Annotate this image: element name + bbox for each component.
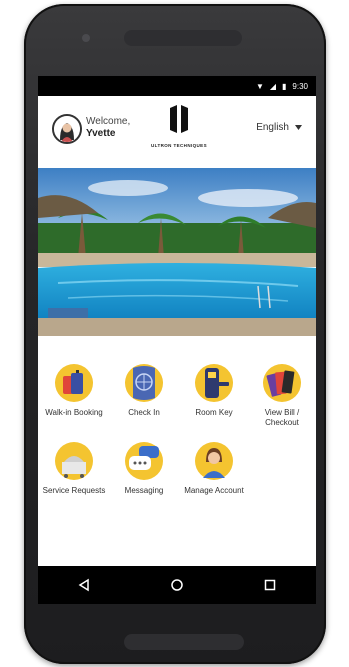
service-messaging[interactable]: Messaging xyxy=(112,442,176,496)
credit-card-icon xyxy=(263,364,301,402)
passport-icon xyxy=(125,364,163,402)
door-lock-icon xyxy=(195,364,233,402)
welcome-text: Welcome, Yvette xyxy=(86,116,130,140)
service-label: Walk-in Booking xyxy=(45,408,103,417)
status-time: 9:30 xyxy=(292,81,308,91)
luggage-icon xyxy=(55,364,93,402)
home-circle-icon xyxy=(171,579,183,591)
user-profile-icon xyxy=(195,442,233,480)
brand-name: ULTRON TECHNIQUES xyxy=(151,143,207,148)
service-label: Manage Account xyxy=(184,486,244,495)
service-label: Check In xyxy=(128,408,160,417)
status-bar: ▼ ◢ ▮ 9:30 xyxy=(38,76,316,96)
service-room-key[interactable]: Room Key xyxy=(182,364,246,418)
brand-mark-icon xyxy=(170,105,188,133)
service-walk-in-booking[interactable]: Walk-in Booking xyxy=(42,364,106,418)
service-view-bill-checkout[interactable]: View Bill / Checkout xyxy=(250,364,314,428)
recents-button[interactable] xyxy=(258,573,282,597)
avatar[interactable] xyxy=(52,114,82,144)
service-requests[interactable]: Service Requests xyxy=(42,442,106,496)
chat-bubbles-icon xyxy=(125,442,163,480)
service-label: View Bill / Checkout xyxy=(264,408,300,427)
signal-icon: ◢ xyxy=(269,81,277,91)
room-service-cart-icon xyxy=(55,442,93,480)
back-button[interactable] xyxy=(72,573,96,597)
battery-icon: ▮ xyxy=(282,81,287,91)
app-screen: ▼ ◢ ▮ 9:30 Welcome, Yvette ULTRON TECHNI… xyxy=(38,76,316,604)
front-camera xyxy=(82,34,90,42)
home-button[interactable] xyxy=(165,573,189,597)
welcome-label: Welcome, xyxy=(86,116,131,127)
language-value: English xyxy=(256,122,289,133)
user-name: Yvette xyxy=(86,128,116,139)
hotel-pool-banner xyxy=(38,168,316,336)
language-selector[interactable]: English xyxy=(256,122,302,133)
service-label: Service Requests xyxy=(42,486,106,495)
earpiece-speaker xyxy=(124,30,242,46)
chevron-down-icon xyxy=(295,122,302,133)
service-check-in[interactable]: Check In xyxy=(112,364,176,418)
app-header: Welcome, Yvette ULTRON TECHNIQUES Englis… xyxy=(38,96,316,168)
service-manage-account[interactable]: Manage Account xyxy=(182,442,246,496)
service-label: Room Key xyxy=(195,408,233,417)
service-label: Messaging xyxy=(124,486,164,495)
bottom-speaker xyxy=(124,634,244,650)
brand-logo: ULTRON TECHNIQUES xyxy=(144,104,214,154)
wifi-icon: ▼ xyxy=(255,81,264,91)
recents-square-icon xyxy=(264,579,275,591)
android-nav-bar xyxy=(38,566,316,604)
phone-frame: ▼ ◢ ▮ 9:30 Welcome, Yvette ULTRON TECHNI… xyxy=(24,4,326,664)
back-triangle-icon xyxy=(78,578,90,592)
